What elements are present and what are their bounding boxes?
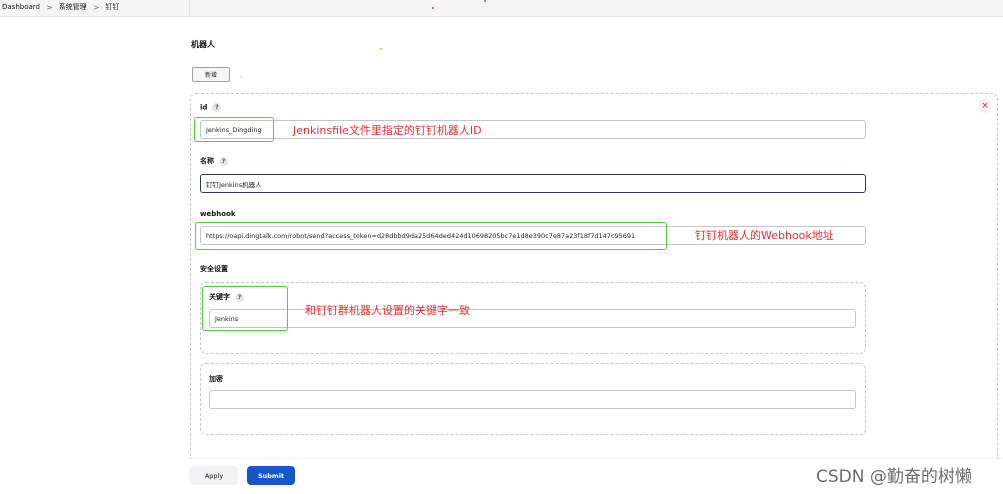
top-bar: Dashboard > 系统管理 > 钉钉	[0, 0, 1003, 17]
stray-mark	[432, 7, 434, 9]
apply-button[interactable]: Apply	[190, 466, 238, 485]
id-label: id?	[200, 103, 222, 112]
highlight-box	[195, 222, 667, 250]
id-annotation: Jenkinsfile文件里指定的钉钉机器人ID	[293, 124, 482, 137]
breadcrumb: Dashboard > 系统管理 > 钉钉	[2, 2, 119, 12]
stray-mark	[240, 76, 242, 77]
section-title: 机器人	[191, 40, 215, 49]
help-icon[interactable]: ?	[219, 156, 228, 166]
submit-button[interactable]: Submit	[247, 466, 295, 485]
webhook-label: webhook	[200, 210, 236, 218]
security-settings-label: 安全设置	[200, 265, 228, 273]
stray-mark	[380, 48, 382, 50]
id-label-text: id	[200, 103, 208, 112]
name-label: 名称?	[200, 156, 228, 166]
stray-mark	[484, 0, 486, 2]
secret-input[interactable]	[209, 390, 856, 409]
breadcrumb-dashboard[interactable]: Dashboard	[2, 3, 40, 11]
keyword-annotation: 和钉钉群机器人设置的关键字一致	[305, 304, 470, 317]
highlight-box	[202, 286, 288, 331]
sidebar-divider	[189, 0, 190, 16]
secret-label: 加密	[209, 375, 223, 383]
breadcrumb-separator: >	[92, 2, 100, 12]
name-label-text: 名称	[200, 157, 214, 165]
watermark: CSDN @勤奋的树懒	[816, 467, 972, 487]
name-input[interactable]: 钉钉Jenkins机器人	[200, 174, 866, 193]
help-icon[interactable]: ?	[212, 103, 222, 112]
close-icon[interactable]: ×	[978, 99, 992, 113]
breadcrumb-dingtalk[interactable]: 钉钉	[105, 2, 119, 12]
add-robot-button[interactable]: 新增	[192, 67, 230, 82]
breadcrumb-system-management[interactable]: 系统管理	[59, 2, 87, 12]
breadcrumb-separator: >	[45, 2, 53, 12]
highlight-box	[194, 117, 274, 142]
webhook-annotation: 钉钉机器人的Webhook地址	[695, 229, 834, 242]
